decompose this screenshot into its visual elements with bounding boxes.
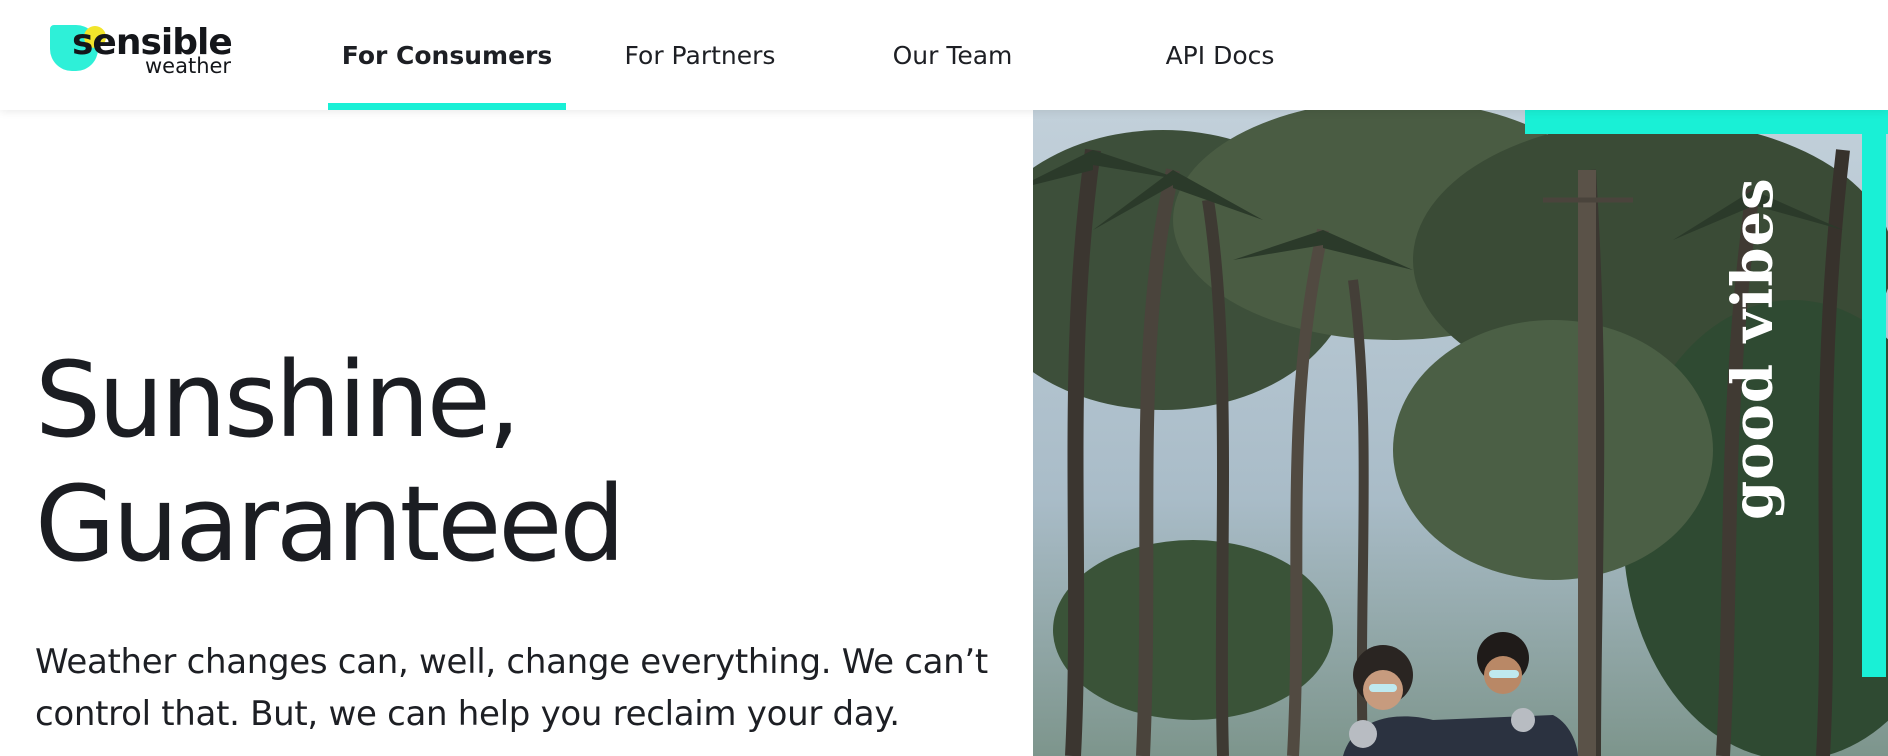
active-tab-indicator	[328, 103, 566, 110]
site-header: sensible weather For Consumers For Partn…	[0, 0, 1888, 110]
nav-label: For Consumers	[341, 40, 553, 70]
hero-title-line-2: Guaranteed	[35, 463, 625, 585]
sensible-weather-logo[interactable]: sensible weather	[50, 22, 250, 82]
accent-frame-top	[1525, 110, 1888, 134]
good-vibes-overlay: good vibes	[1720, 177, 1786, 520]
accent-frame-right	[1862, 110, 1886, 677]
nav-label: Our Team	[892, 40, 1013, 70]
nav-label: For Partners	[624, 40, 776, 70]
nav-our-team[interactable]: Our Team	[860, 0, 1045, 110]
logo-tagline: weather	[145, 54, 232, 78]
hero-title: Sunshine, Guaranteed	[35, 338, 625, 586]
hero-subtitle: Weather changes can, well, change everyt…	[35, 642, 988, 734]
nav-label: API Docs	[1165, 40, 1275, 70]
nav-api-docs[interactable]: API Docs	[1130, 0, 1310, 110]
nav-for-partners[interactable]: For Partners	[600, 0, 800, 110]
hero-title-line-1: Sunshine,	[35, 339, 521, 461]
nav-for-consumers[interactable]: For Consumers	[328, 0, 566, 110]
